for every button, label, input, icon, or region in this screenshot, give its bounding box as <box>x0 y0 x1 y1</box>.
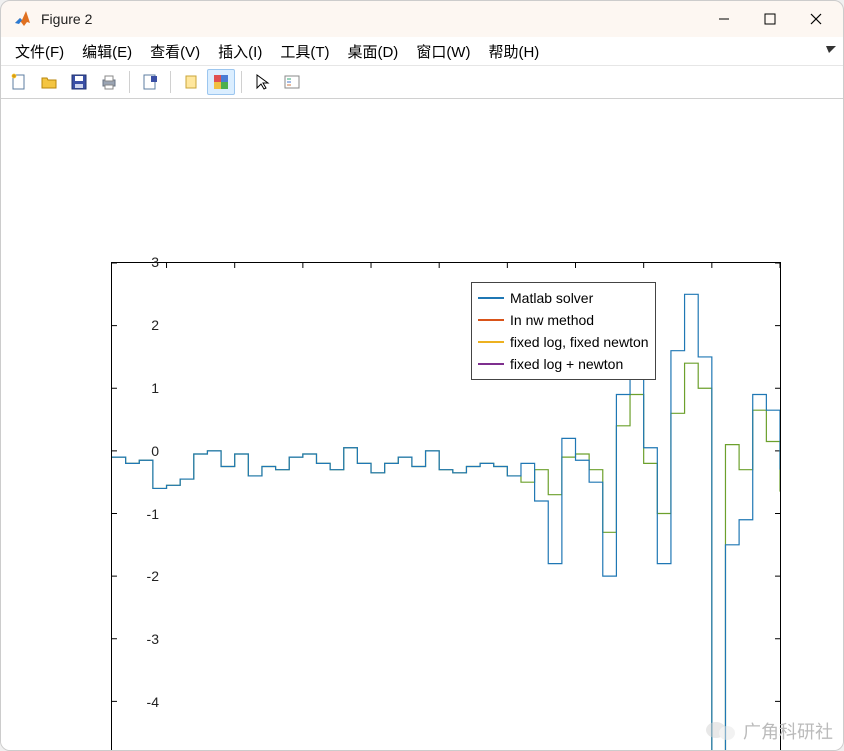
edit-plot-button[interactable] <box>136 69 164 95</box>
legend-swatch <box>478 363 504 365</box>
y-tick-label: -1 <box>119 506 159 522</box>
window-title: Figure 2 <box>41 11 92 27</box>
menu-window[interactable]: 窗口(W) <box>408 38 478 65</box>
pointer-button[interactable] <box>248 69 276 95</box>
matlab-icon <box>13 9 33 29</box>
toolbar <box>1 65 843 99</box>
insert-colorbar-button[interactable] <box>207 69 235 95</box>
figure-window: Figure 2 文件(F) 编辑(E) 查看(V) 插入(I) 工具(T) 桌… <box>0 0 844 751</box>
insert-legend-button[interactable] <box>278 69 306 95</box>
title-bar[interactable]: Figure 2 <box>1 1 843 37</box>
wechat-icon <box>705 720 737 742</box>
legend-label: fixed log, fixed newton <box>510 334 649 350</box>
dock-dropdown-icon[interactable] <box>825 43 837 55</box>
y-tick-label: 1 <box>119 380 159 396</box>
legend-label: Matlab solver <box>510 290 593 306</box>
menu-edit[interactable]: 编辑(E) <box>74 38 140 65</box>
menu-bar: 文件(F) 编辑(E) 查看(V) 插入(I) 工具(T) 桌面(D) 窗口(W… <box>1 37 843 65</box>
y-tick-label: 3 <box>119 254 159 270</box>
open-button[interactable] <box>35 69 63 95</box>
close-button[interactable] <box>793 1 839 37</box>
toolbar-separator <box>129 71 130 93</box>
y-tick-label: -3 <box>119 631 159 647</box>
menu-tools[interactable]: 工具(T) <box>272 38 337 65</box>
legend-swatch <box>478 341 504 343</box>
menu-desktop[interactable]: 桌面(D) <box>339 38 406 65</box>
menu-file[interactable]: 文件(F) <box>7 38 72 65</box>
new-figure-button[interactable] <box>5 69 33 95</box>
legend-entry: fixed log + newton <box>478 353 649 375</box>
print-button[interactable] <box>95 69 123 95</box>
y-tick-label: 2 <box>119 317 159 333</box>
legend-entry: In nw method <box>478 309 649 331</box>
menu-insert[interactable]: 插入(I) <box>210 38 270 65</box>
legend-entry: Matlab solver <box>478 287 649 309</box>
save-button[interactable] <box>65 69 93 95</box>
y-tick-label: -2 <box>119 568 159 584</box>
axes[interactable] <box>111 262 781 751</box>
menu-view[interactable]: 查看(V) <box>142 38 208 65</box>
menu-help[interactable]: 帮助(H) <box>480 38 547 65</box>
y-tick-label: 0 <box>119 443 159 459</box>
plot-area: 3 2 1 0 -1 -2 -3 -4 -5 5 10 15 20 25 30 … <box>1 99 843 750</box>
minimize-button[interactable] <box>701 1 747 37</box>
legend-swatch <box>478 319 504 321</box>
legend[interactable]: Matlab solver In nw method fixed log, fi… <box>471 282 656 380</box>
toolbar-separator <box>170 71 171 93</box>
maximize-button[interactable] <box>747 1 793 37</box>
y-tick-label: -4 <box>119 694 159 710</box>
legend-label: In nw method <box>510 312 594 328</box>
legend-swatch <box>478 297 504 299</box>
watermark: 广角科研社 <box>705 718 833 744</box>
legend-label: fixed log + newton <box>510 356 623 372</box>
link-plot-button[interactable] <box>177 69 205 95</box>
watermark-text: 广角科研社 <box>743 718 833 744</box>
legend-entry: fixed log, fixed newton <box>478 331 649 353</box>
toolbar-separator <box>241 71 242 93</box>
